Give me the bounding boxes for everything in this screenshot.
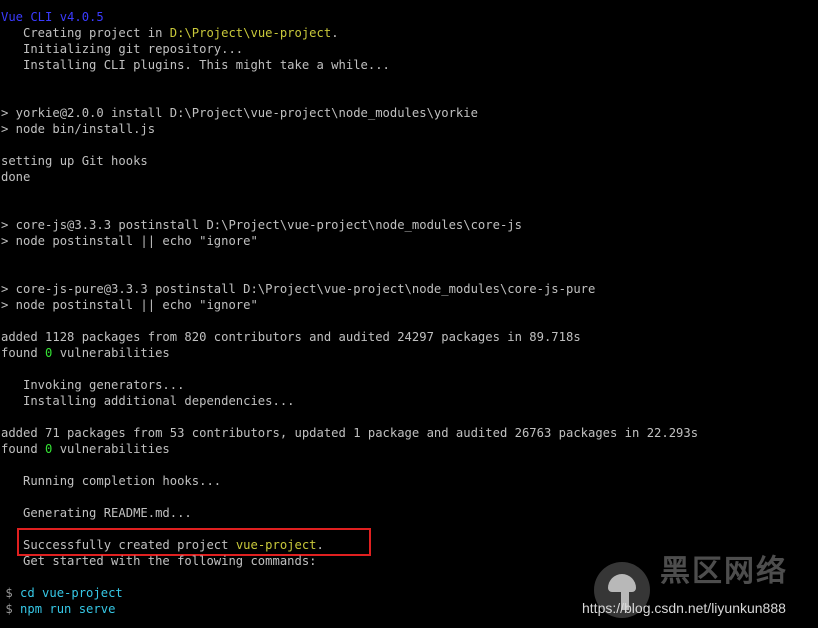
serve-command: npm run serve: [20, 602, 116, 616]
success-highlight-box: [17, 528, 371, 556]
installing-dependencies-line: Installing additional dependencies...: [1, 394, 295, 408]
watermark: 黑区网络 https://blog.csdn.net/liyunkun888: [582, 554, 808, 622]
yorkie-install-line: > yorkie@2.0.0 install D:\Project\vue-pr…: [1, 106, 478, 120]
done-line: done: [1, 170, 31, 184]
found-text: found: [1, 346, 46, 360]
invoking-generators-line: Invoking generators...: [1, 378, 185, 392]
vulnerabilities-text: vulnerabilities: [52, 442, 170, 456]
terminal-window[interactable]: Vue CLI v4.0.5 Creating project in D:\Pr…: [0, 0, 818, 628]
core-js-node-line: > node postinstall || echo "ignore": [1, 234, 258, 248]
cd-command: cd vue-project: [20, 586, 123, 600]
creating-project-text: Creating project in: [1, 26, 170, 40]
get-started-line: Get started with the following commands:: [1, 554, 317, 568]
core-js-pure-node-line: > node postinstall || echo "ignore": [1, 298, 258, 312]
generating-readme-line: Generating README.md...: [1, 506, 192, 520]
cli-version-line: Vue CLI v4.0.5: [1, 10, 104, 24]
watermark-text: 黑区网络: [660, 554, 788, 589]
command-line-serve: $ npm run serve: [0, 601, 115, 617]
prompt-symbol: $: [0, 602, 21, 616]
watermark-url: https://blog.csdn.net/liyunkun888: [582, 600, 786, 616]
installing-plugins-line: Installing CLI plugins. This might take …: [1, 58, 390, 72]
vulnerabilities-text: vulnerabilities: [52, 346, 170, 360]
creating-project-line: Creating project in D:\Project\vue-proje…: [1, 25, 339, 41]
added-packages-line-2: added 71 packages from 53 contributors, …: [1, 426, 699, 440]
node-bin-install-line: > node bin/install.js: [1, 122, 156, 136]
vulnerabilities-line-2: found 0 vulnerabilities: [1, 441, 170, 457]
core-js-postinstall-line: > core-js@3.3.3 postinstall D:\Project\v…: [1, 218, 522, 232]
core-js-pure-postinstall-line: > core-js-pure@3.3.3 postinstall D:\Proj…: [1, 282, 596, 296]
vulnerabilities-line-1: found 0 vulnerabilities: [1, 345, 170, 361]
creating-project-period: .: [331, 26, 339, 40]
project-path: D:\Project\vue-project: [169, 26, 332, 40]
prompt-symbol: $: [0, 586, 21, 600]
command-line-cd: $ cd vue-project: [0, 585, 123, 601]
added-packages-line-1: added 1128 packages from 820 contributor…: [1, 330, 581, 344]
found-text: found: [1, 442, 46, 456]
completion-hooks-line: Running completion hooks...: [1, 474, 222, 488]
init-git-line: Initializing git repository...: [1, 42, 244, 56]
setting-up-hooks-line: setting up Git hooks: [1, 154, 148, 168]
